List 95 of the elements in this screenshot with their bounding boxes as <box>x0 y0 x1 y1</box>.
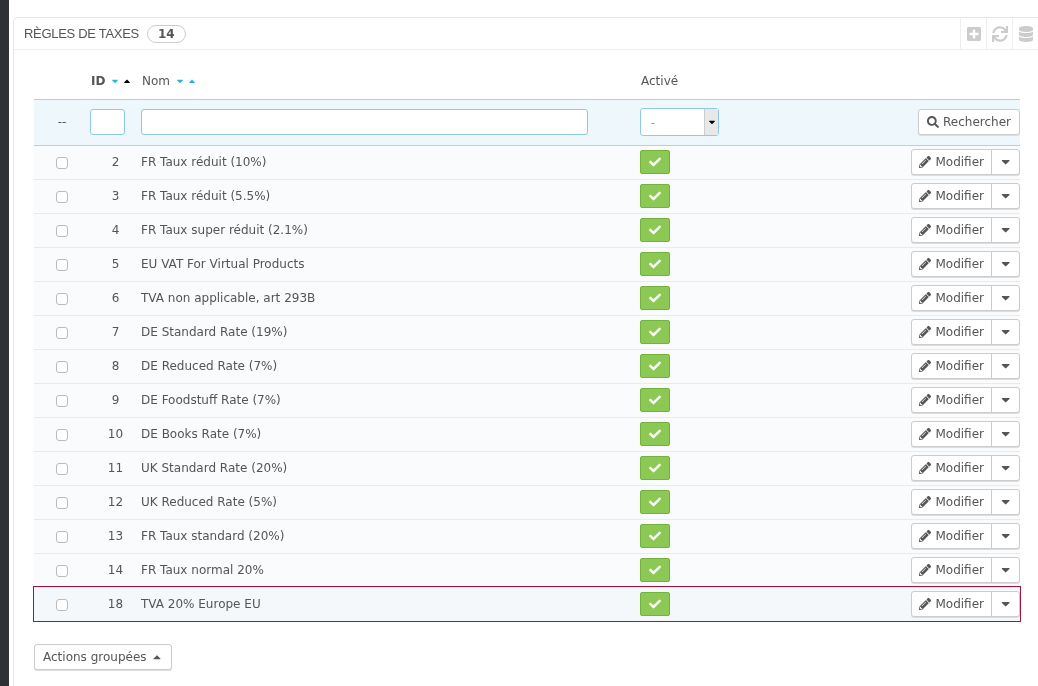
check-icon[interactable] <box>640 354 670 378</box>
check-icon[interactable] <box>640 252 670 276</box>
row-checkbox[interactable] <box>56 462 68 475</box>
id-cell: 3 <box>111 189 120 203</box>
id-cell: 4 <box>111 223 120 237</box>
table-row[interactable]: 4 FR Taux super réduit (2.1%) Modifier <box>34 213 1020 247</box>
name-cell: TVA 20% Europe EU <box>141 597 261 611</box>
table-row[interactable]: 5 EU VAT For Virtual Products Modifier <box>34 247 1020 281</box>
name-cell: UK Reduced Rate (5%) <box>141 495 277 509</box>
check-icon[interactable] <box>640 150 670 174</box>
table-row[interactable]: 9 DE Foodstuff Rate (7%) Modifier <box>34 383 1020 417</box>
name-cell: UK Standard Rate (20%) <box>141 461 288 475</box>
row-checkbox[interactable] <box>56 190 68 203</box>
id-cell: 13 <box>107 529 124 543</box>
row-checkbox[interactable] <box>56 496 68 509</box>
row-checkbox[interactable] <box>56 530 68 543</box>
pencil-icon <box>919 564 932 576</box>
check-icon[interactable] <box>640 286 670 310</box>
table-row[interactable]: 18 TVA 20% Europe EU Modifier <box>34 587 1020 621</box>
pencil-icon <box>919 326 932 338</box>
name-cell: FR Taux réduit (5.5%) <box>141 189 271 203</box>
bulk-actions-button[interactable]: Actions groupées <box>34 643 172 670</box>
name-cell: FR Taux normal 20% <box>141 563 264 577</box>
name-cell: FR Taux réduit (10%) <box>141 155 267 169</box>
row-checkbox[interactable] <box>56 598 68 611</box>
panel-title: RÈGLES DE TAXES <box>24 26 139 41</box>
id-cell: 10 <box>107 427 124 441</box>
table-row[interactable]: 6 TVA non applicable, art 293B Modifier <box>34 281 1020 315</box>
name-filter-field[interactable] <box>141 109 588 135</box>
pencil-icon <box>919 462 932 474</box>
pencil-icon <box>919 258 932 270</box>
id-cell: 7 <box>111 325 120 339</box>
table-row[interactable]: 2 FR Taux réduit (10%) Modifier <box>34 145 1020 179</box>
table-row[interactable]: 11 UK Standard Rate (20%) Modifier <box>34 451 1020 485</box>
row-checkbox[interactable] <box>56 326 68 339</box>
check-icon[interactable] <box>640 218 670 242</box>
table-row[interactable]: 10 DE Books Rate (7%) Modifier <box>34 417 1020 451</box>
table-row[interactable]: 12 UK Reduced Rate (5%) Modifier <box>34 485 1020 519</box>
row-checkbox[interactable] <box>56 292 68 305</box>
row-checkbox[interactable] <box>56 258 68 271</box>
id-cell: 18 <box>107 597 124 611</box>
name-cell: DE Reduced Rate (7%) <box>141 359 278 373</box>
check-icon[interactable] <box>640 184 670 208</box>
table-row[interactable]: 8 DE Reduced Rate (7%) Modifier <box>34 349 1020 383</box>
row-checkbox[interactable] <box>56 156 68 169</box>
pencil-icon <box>919 292 932 304</box>
name-cell: FR Taux standard (20%) <box>141 529 285 543</box>
active-filter-select[interactable]: - <box>640 108 719 136</box>
check-icon[interactable] <box>640 490 670 514</box>
row-checkbox[interactable] <box>56 394 68 407</box>
id-cell: 8 <box>111 359 120 373</box>
check-icon[interactable] <box>640 524 670 548</box>
check-icon[interactable] <box>640 422 670 446</box>
name-cell: DE Foodstuff Rate (7%) <box>141 393 281 407</box>
row-checkbox[interactable] <box>56 564 68 577</box>
search-button[interactable]: Rechercher <box>918 109 1020 135</box>
name-cell: FR Taux super réduit (2.1%) <box>141 223 308 237</box>
table-row[interactable]: 3 FR Taux réduit (5.5%) Modifier <box>34 179 1020 213</box>
id-cell: 2 <box>111 155 120 169</box>
column-header: Nom <box>142 74 170 89</box>
id-cell: 6 <box>111 291 120 305</box>
table-row[interactable]: 14 FR Taux normal 20% Modifier <box>34 553 1020 587</box>
id-cell: 11 <box>107 461 124 475</box>
check-icon[interactable] <box>640 592 670 616</box>
pencil-icon <box>919 156 932 168</box>
check-icon[interactable] <box>640 558 670 582</box>
id-cell: 9 <box>111 393 120 407</box>
check-icon[interactable] <box>640 456 670 480</box>
pencil-icon <box>919 530 932 542</box>
check-icon[interactable] <box>640 320 670 344</box>
row-checkbox[interactable] <box>56 428 68 441</box>
row-checkbox[interactable] <box>56 360 68 373</box>
search-icon <box>927 116 940 128</box>
id-filter-field[interactable] <box>90 109 125 135</box>
id-cell: 5 <box>111 257 120 271</box>
pencil-icon <box>919 224 932 236</box>
check-icon[interactable] <box>640 388 670 412</box>
name-cell: EU VAT For Virtual Products <box>141 257 305 271</box>
table-row[interactable]: 13 FR Taux standard (20%) Modifier <box>34 519 1020 553</box>
column-header: ID <box>91 74 106 89</box>
reset-filter-text: -- <box>57 115 67 129</box>
row-checkbox[interactable] <box>56 224 68 237</box>
name-cell: DE Books Rate (7%) <box>141 427 262 441</box>
table-row[interactable]: 7 DE Standard Rate (19%) Modifier <box>34 315 1020 349</box>
name-cell: TVA non applicable, art 293B <box>141 291 316 305</box>
pencil-icon <box>919 190 932 202</box>
id-cell: 14 <box>107 563 124 577</box>
pencil-icon <box>919 394 932 406</box>
pencil-icon <box>919 496 932 508</box>
pencil-icon <box>919 428 932 440</box>
pencil-icon <box>919 598 932 610</box>
id-cell: 12 <box>107 495 124 509</box>
pencil-icon <box>919 360 932 372</box>
name-cell: DE Standard Rate (19%) <box>141 325 288 339</box>
column-header: Activé <box>641 74 679 89</box>
